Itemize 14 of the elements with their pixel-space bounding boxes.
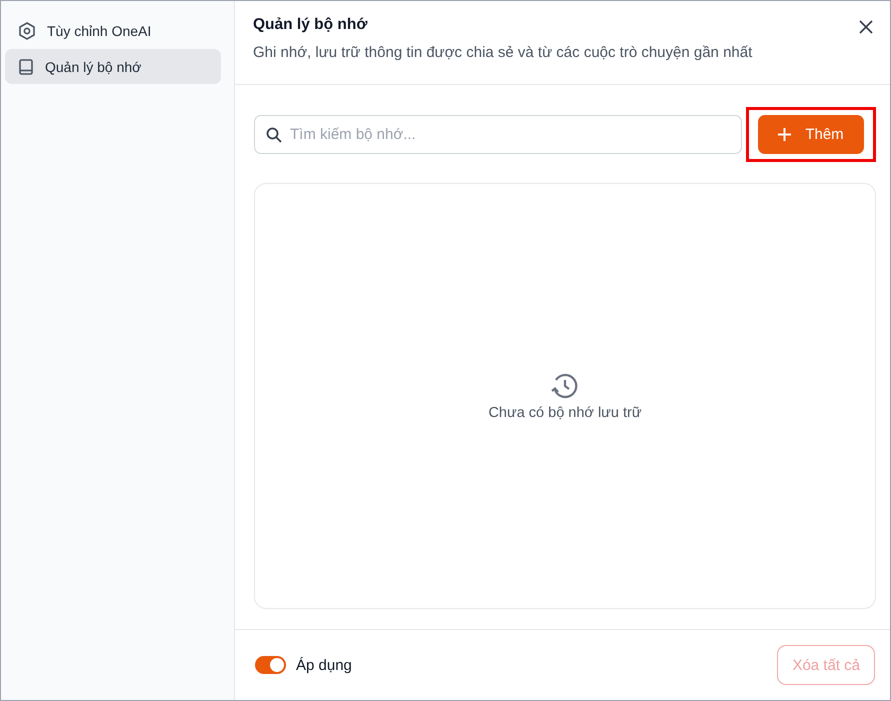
- book-icon: [17, 58, 35, 76]
- toggle-switch[interactable]: [255, 656, 286, 674]
- sidebar-item[interactable]: Quản lý bộ nhớ: [5, 49, 221, 84]
- close-icon[interactable]: [858, 19, 874, 35]
- sidebar-item[interactable]: Tùy chỉnh OneAI: [5, 13, 221, 48]
- plus-icon: [778, 128, 792, 141]
- empty-message: Chưa có bộ nhớ lưu trữ: [488, 405, 642, 421]
- add-button[interactable]: Thêm: [758, 115, 864, 154]
- toggle-label: Áp dụng: [296, 656, 352, 674]
- search-field[interactable]: Tìm kiếm bộ nhớ...: [254, 115, 742, 154]
- hexagon-gear-icon: [17, 20, 37, 40]
- history-icon: [550, 371, 580, 401]
- dialog-subtitle: Ghi nhớ, lưu trữ thông tin được chia sẻ và từ các cuộc trò chuyện gần nhất: [253, 44, 754, 61]
- dialog-title: Quản lý bộ nhớ: [253, 16, 368, 34]
